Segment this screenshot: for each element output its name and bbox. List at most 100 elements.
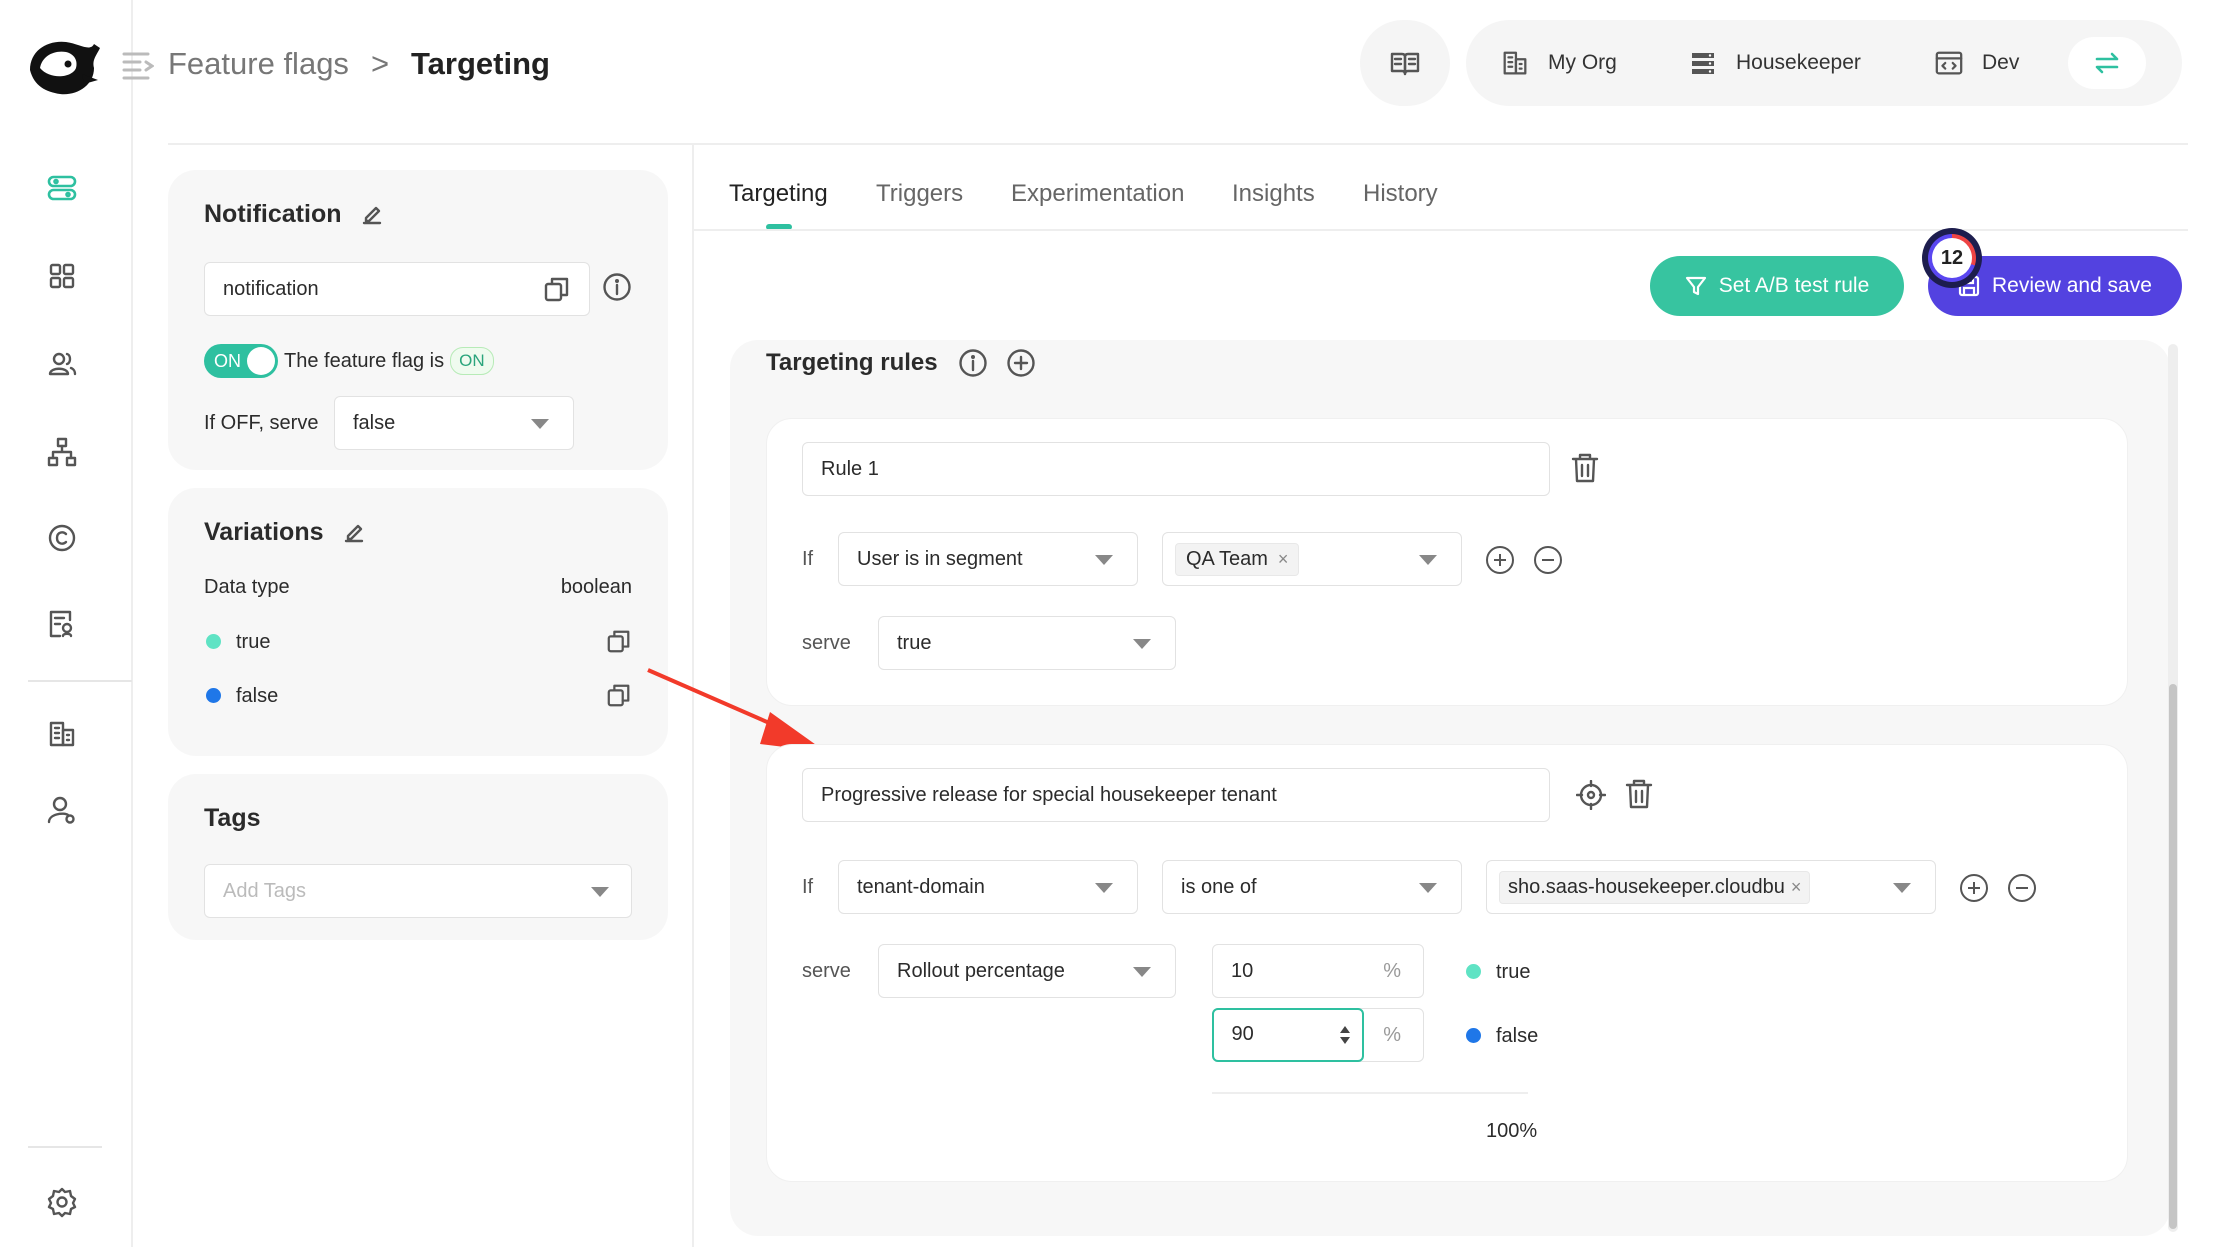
rule-2-operator-select[interactable]: is one of	[1162, 860, 1462, 914]
sidebar-divider-vertical	[131, 0, 133, 1247]
org-selector[interactable]: My Org	[1500, 46, 1617, 80]
flag-toggle[interactable]: ON	[204, 344, 278, 378]
copy-icon[interactable]	[606, 628, 632, 654]
segment-tag: QA Team ×	[1175, 542, 1300, 576]
nav-divider-bottom	[28, 1146, 102, 1148]
tags-title: Tags	[204, 804, 261, 832]
rule-1-segment-select[interactable]: QA Team ×	[1162, 532, 1462, 586]
info-icon[interactable]	[602, 272, 632, 302]
rollout-true-label: true	[1496, 961, 1531, 983]
panel-scrollbar[interactable]	[2168, 344, 2178, 1232]
header-divider	[168, 143, 2188, 145]
docs-button[interactable]	[1360, 20, 1450, 106]
code-window-icon	[1934, 48, 1964, 78]
chevron-down-icon	[1419, 883, 1437, 893]
nav-grid-icon[interactable]	[46, 260, 78, 292]
rule-2-property-select[interactable]: tenant-domain	[838, 860, 1138, 914]
tags-select[interactable]: Add Tags	[204, 864, 632, 918]
info-icon[interactable]	[958, 348, 988, 378]
rollout-true-percent-input[interactable]: 10 %	[1212, 944, 1424, 998]
value-tag-label: sho.saas-housekeeper.cloudbu	[1508, 875, 1785, 898]
nav-users-icon[interactable]	[46, 348, 78, 380]
edit-icon[interactable]	[342, 521, 366, 545]
chevron-down-icon	[1133, 967, 1151, 977]
tab-insights[interactable]: Insights	[1232, 180, 1315, 208]
rollout-false-dot	[1466, 1028, 1481, 1043]
environment-selector[interactable]: Dev	[1934, 46, 2019, 80]
building-icon	[1500, 48, 1530, 78]
flag-key-field[interactable]: notification	[204, 262, 590, 316]
set-ab-test-button[interactable]: Set A/B test rule	[1650, 256, 1904, 316]
percent-suffix: %	[1383, 959, 1401, 982]
delete-icon[interactable]	[1624, 778, 1654, 810]
project-name: Housekeeper	[1736, 51, 1861, 74]
chevron-down-icon	[1419, 555, 1437, 565]
rollout-false-number-field[interactable]: 90	[1211, 1007, 1364, 1062]
nav-hierarchy-icon[interactable]	[46, 436, 78, 468]
off-serve-label: If OFF, serve	[204, 412, 319, 434]
copy-icon[interactable]	[543, 275, 571, 303]
nav-building-icon[interactable]	[46, 718, 78, 750]
rule-2-value-select[interactable]: sho.saas-housekeeper.cloudbu ×	[1486, 860, 1936, 914]
project-selector[interactable]: Housekeeper	[1690, 46, 1861, 80]
rule-1-serve-label: serve	[802, 632, 851, 654]
rule-1-serve-value: true	[897, 631, 932, 654]
off-serve-value: false	[353, 411, 396, 434]
review-and-save-label: Review and save	[1992, 274, 2152, 297]
rule-1-serve-select[interactable]: true	[878, 616, 1176, 670]
rule-1-name: Rule 1	[821, 457, 879, 480]
targeting-rules-title: Targeting rules	[766, 349, 938, 376]
settings-icon[interactable]	[46, 1186, 78, 1218]
org-name: My Org	[1548, 51, 1617, 74]
rule-1-condition-select[interactable]: User is in segment	[838, 532, 1138, 586]
tab-experimentation[interactable]: Experimentation	[1011, 180, 1184, 208]
tab-triggers[interactable]: Triggers	[876, 180, 963, 208]
logo[interactable]	[24, 34, 104, 98]
menu-collapse-icon[interactable]	[122, 50, 154, 80]
remove-condition-icon[interactable]	[1534, 546, 1562, 574]
tag-close-icon[interactable]: ×	[1791, 877, 1802, 898]
nav-copyright-icon[interactable]	[46, 522, 78, 554]
chevron-down-icon	[1133, 639, 1151, 649]
rule-2-if-label: If	[802, 876, 814, 898]
switch-context-button[interactable]	[2068, 37, 2146, 89]
flag-key-value: notification	[223, 277, 319, 300]
variation-true-label: true	[236, 631, 271, 653]
environment-name: Dev	[1982, 51, 2020, 74]
tab-history[interactable]: History	[1363, 180, 1438, 208]
rule-2-name-input[interactable]: Progressive release for special housekee…	[802, 768, 1550, 822]
segment-tag-label: QA Team	[1186, 547, 1268, 570]
add-condition-icon[interactable]	[1960, 874, 1988, 902]
breadcrumb-parent[interactable]: Feature flags	[168, 46, 349, 82]
rule-1-condition: User is in segment	[857, 547, 1023, 570]
nav-user-settings-icon[interactable]	[46, 794, 78, 826]
target-icon[interactable]	[1576, 780, 1606, 810]
variation-false-dot	[206, 688, 221, 703]
off-serve-select[interactable]: false	[334, 396, 574, 450]
rollout-true-percent: 10	[1231, 959, 1254, 982]
add-condition-icon[interactable]	[1486, 546, 1514, 574]
rule-2-property: tenant-domain	[857, 875, 985, 898]
nav-report-icon[interactable]	[46, 608, 78, 640]
tab-targeting[interactable]: Targeting	[729, 180, 828, 208]
delete-icon[interactable]	[1570, 452, 1600, 484]
rule-1-name-input[interactable]: Rule 1	[802, 442, 1550, 496]
edit-icon[interactable]	[360, 203, 384, 227]
remove-condition-icon[interactable]	[2008, 874, 2036, 902]
breadcrumb-current: Targeting	[411, 46, 550, 81]
add-rule-icon[interactable]	[1006, 348, 1036, 378]
rollout-false-percent-input[interactable]: 90 %	[1211, 1007, 1424, 1062]
chevron-down-icon	[1893, 883, 1911, 893]
tag-close-icon[interactable]: ×	[1278, 549, 1289, 570]
nav-toggle-icon[interactable]	[46, 172, 78, 204]
rule-2-serve-select[interactable]: Rollout percentage	[878, 944, 1176, 998]
server-icon	[1690, 50, 1716, 76]
variation-false-label: false	[236, 685, 279, 707]
rule-2-serve-value: Rollout percentage	[897, 959, 1065, 982]
rollout-true-dot	[1466, 964, 1481, 979]
rollout-total-divider	[1212, 1092, 1528, 1094]
breadcrumb: Feature flags > Targeting	[168, 44, 550, 84]
copy-icon[interactable]	[606, 682, 632, 708]
number-stepper-icon[interactable]	[1338, 1024, 1352, 1046]
rule-1-if-label: If	[802, 548, 814, 570]
